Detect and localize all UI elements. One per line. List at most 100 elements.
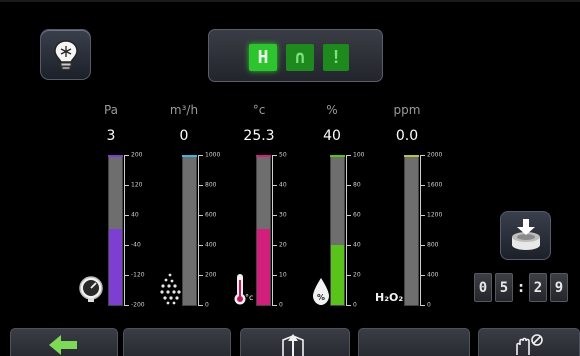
scale-tick — [124, 185, 129, 186]
scale-tick — [346, 245, 351, 246]
scale-tick-label: 50 — [279, 151, 287, 159]
scale-tick-label: 1600 — [427, 181, 443, 189]
light-bulb-icon — [54, 40, 78, 70]
scale-tick — [346, 185, 351, 186]
scale-tick — [346, 155, 351, 156]
airflow-unit: m³/h — [169, 103, 199, 117]
temperature-scale: 50 40 30 20 10 0 — [272, 151, 308, 309]
airflow-value: 0 — [179, 128, 189, 144]
h2o2-value: 0.0 — [395, 128, 419, 144]
scale-tick — [420, 245, 425, 246]
humidity-scale: 100 80 60 40 20 0 — [346, 151, 382, 309]
humidity-value: 40 — [323, 128, 341, 144]
scale-tick — [198, 245, 203, 246]
pressure-unit: Pa — [103, 103, 119, 117]
scale-tick — [124, 275, 129, 276]
scale-tick — [198, 185, 203, 186]
scale-tick-label: 0 — [279, 301, 283, 309]
humidity-bar-fill — [331, 245, 344, 305]
export-button[interactable] — [240, 328, 350, 356]
bottom-button-4[interactable] — [358, 328, 470, 356]
scale-tick-label: 800 — [205, 181, 217, 189]
scale-tick-label: 1000 — [205, 151, 221, 159]
scale-tick — [420, 155, 425, 156]
timer-digit: 5 — [495, 273, 513, 302]
h2o2-unit: ppm — [393, 103, 421, 117]
scale-tick — [198, 155, 203, 156]
scale-tick-label: 120 — [131, 181, 143, 189]
scale-tick-label: 100 — [353, 151, 365, 159]
humidity-bar-cap — [330, 155, 345, 157]
scale-tick — [420, 215, 425, 216]
scale-tick-label: 0 — [205, 301, 209, 309]
scale-tick-label: 20 — [279, 241, 287, 249]
scale-tick — [346, 275, 351, 276]
scale-tick-label: 40 — [279, 181, 287, 189]
pressure-bar-fill — [109, 229, 122, 305]
scale-tick — [198, 305, 203, 306]
mode-segment-1: H — [249, 44, 277, 71]
scale-tick — [346, 305, 351, 306]
thermometer-label: °c — [245, 293, 254, 302]
humidity-drop-icon: % — [313, 278, 329, 305]
scale-tick — [272, 275, 277, 276]
scale-tick-label: 0 — [353, 301, 357, 309]
chamber-download-icon — [512, 219, 540, 250]
pressure-scale: 200 120 40 -40 -120 -200 — [124, 151, 160, 309]
light-button[interactable] — [40, 29, 91, 80]
scale-tick-label: 400 — [205, 241, 217, 249]
svg-text:%: % — [317, 293, 325, 302]
scale-tick — [124, 215, 129, 216]
scale-tick-label: 800 — [427, 241, 439, 249]
bottom-button-2[interactable] — [123, 328, 231, 356]
timer-digit: 9 — [550, 273, 568, 302]
hand-stop-icon — [516, 334, 543, 355]
scale-tick — [272, 245, 277, 246]
mode-segment-3: ! — [323, 44, 349, 71]
arrow-left-icon — [49, 335, 77, 355]
scale-tick-label: 30 — [279, 211, 287, 219]
scale-tick-label: 600 — [205, 211, 217, 219]
scale-tick-label: 80 — [353, 181, 361, 189]
timer-separator: : — [518, 279, 524, 296]
scale-tick-label: 0 — [427, 301, 431, 309]
humidity-unit: % — [326, 103, 338, 117]
mode-segment-2: ∩ — [286, 44, 314, 71]
timer-display: 0 5 : 2 9 — [474, 273, 568, 302]
scale-tick — [272, 155, 277, 156]
temperature-unit: °c — [252, 103, 266, 117]
temperature-bar-cap — [256, 155, 271, 157]
scale-tick-label: 40 — [353, 241, 361, 249]
manual-stop-button[interactable] — [478, 328, 580, 356]
scale-tick — [272, 305, 277, 306]
scale-tick-label: 10 — [279, 271, 287, 279]
airflow-bar — [182, 155, 197, 306]
h2o2-scale: 2000 1600 1200 800 400 0 — [420, 152, 456, 309]
mode-indicator: H ∩ ! — [208, 29, 383, 82]
pressure-bar — [108, 155, 123, 306]
airflow-icon — [160, 273, 181, 305]
scale-tick-label: 400 — [427, 271, 439, 279]
pressure-gauge-icon — [79, 276, 103, 302]
back-button[interactable] — [10, 328, 118, 356]
scale-tick — [124, 305, 129, 306]
h2o2-bar — [404, 155, 419, 306]
scale-tick — [346, 215, 351, 216]
screen: H ∩ ! Pa m³/h °c % ppm 3 0 25.3 40 0.0 2… — [0, 0, 580, 356]
temperature-bar — [256, 155, 271, 306]
scale-tick-label: 20 — [353, 271, 361, 279]
scale-tick-label: 200 — [131, 151, 143, 159]
temperature-value: 25.3 — [243, 128, 275, 144]
timer-digit: 0 — [474, 273, 492, 302]
pressure-value: 3 — [106, 128, 116, 144]
temperature-bar-fill — [257, 229, 270, 305]
pressure-bar-cap — [108, 155, 123, 157]
scale-tick — [124, 245, 129, 246]
scale-tick — [124, 155, 129, 156]
timer-digit: 2 — [529, 273, 547, 302]
scale-tick — [272, 185, 277, 186]
purge-button[interactable] — [500, 211, 551, 260]
scale-tick-label: -40 — [131, 241, 141, 249]
scale-tick-label: -200 — [131, 301, 145, 309]
scale-tick — [420, 275, 425, 276]
